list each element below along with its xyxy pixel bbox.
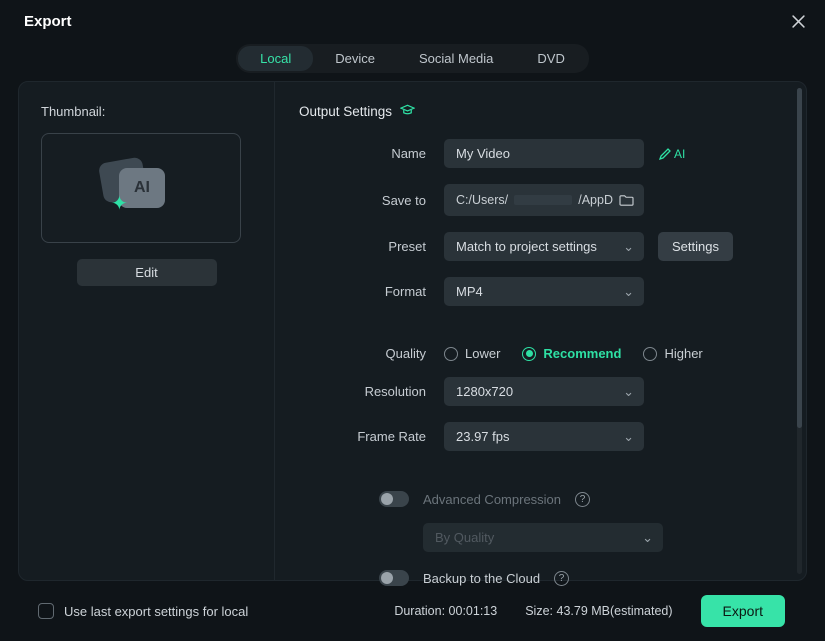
saveto-path-prefix: C:/Users/ bbox=[456, 193, 508, 207]
tab-social-media[interactable]: Social Media bbox=[397, 46, 515, 71]
quality-radio-lower[interactable]: Lower bbox=[444, 346, 500, 361]
remember-settings-label: Use last export settings for local bbox=[64, 604, 248, 619]
close-icon bbox=[792, 15, 805, 28]
compression-mode-select: By Quality bbox=[423, 523, 663, 552]
name-input[interactable] bbox=[444, 139, 644, 168]
thumbnail-preview[interactable]: AI ✦ bbox=[41, 133, 241, 243]
ai-rename-button[interactable]: AI bbox=[658, 147, 685, 161]
advanced-compression-toggle[interactable] bbox=[379, 491, 409, 507]
graduation-icon[interactable] bbox=[400, 104, 415, 119]
preset-select[interactable]: Match to project settings bbox=[444, 232, 644, 261]
quality-label: Quality bbox=[299, 346, 444, 361]
folder-icon[interactable] bbox=[619, 194, 634, 207]
framerate-select[interactable]: 23.97 fps bbox=[444, 422, 644, 451]
scrollbar[interactable] bbox=[797, 88, 802, 574]
preset-settings-button[interactable]: Settings bbox=[658, 232, 733, 261]
backup-cloud-label: Backup to the Cloud bbox=[423, 571, 540, 586]
saveto-path-obscured bbox=[514, 195, 572, 205]
resolution-label: Resolution bbox=[299, 384, 444, 399]
tab-local[interactable]: Local bbox=[238, 46, 313, 71]
format-select[interactable]: MP4 bbox=[444, 277, 644, 306]
help-icon[interactable]: ? bbox=[554, 571, 569, 586]
size-readout: Size: 43.79 MB(estimated) bbox=[525, 604, 672, 618]
advanced-compression-label: Advanced Compression bbox=[423, 492, 561, 507]
output-settings-heading: Output Settings bbox=[299, 104, 780, 119]
format-label: Format bbox=[299, 284, 444, 299]
export-tabs: Local Device Social Media DVD bbox=[0, 40, 825, 81]
edit-thumbnail-button[interactable]: Edit bbox=[77, 259, 217, 286]
preset-label: Preset bbox=[299, 239, 444, 254]
tab-dvd[interactable]: DVD bbox=[515, 46, 586, 71]
pencil-icon bbox=[658, 147, 672, 161]
remember-settings-checkbox[interactable] bbox=[38, 603, 54, 619]
dialog-title: Export bbox=[24, 13, 72, 30]
resolution-select[interactable]: 1280x720 bbox=[444, 377, 644, 406]
framerate-label: Frame Rate bbox=[299, 429, 444, 444]
backup-cloud-toggle[interactable] bbox=[379, 570, 409, 586]
saveto-label: Save to bbox=[299, 193, 444, 208]
saveto-field[interactable]: C:/Users/ /AppD bbox=[444, 184, 644, 216]
saveto-path-suffix: /AppD bbox=[578, 193, 613, 207]
name-label: Name bbox=[299, 146, 444, 161]
ai-thumbnail-icon: AI ✦ bbox=[111, 164, 171, 212]
duration-readout: Duration: 00:01:13 bbox=[394, 604, 497, 618]
tab-device[interactable]: Device bbox=[313, 46, 397, 71]
help-icon[interactable]: ? bbox=[575, 492, 590, 507]
quality-radio-recommend[interactable]: Recommend bbox=[522, 346, 621, 361]
close-button[interactable] bbox=[787, 10, 809, 32]
thumbnail-label: Thumbnail: bbox=[41, 104, 252, 119]
quality-radio-higher[interactable]: Higher bbox=[643, 346, 702, 361]
